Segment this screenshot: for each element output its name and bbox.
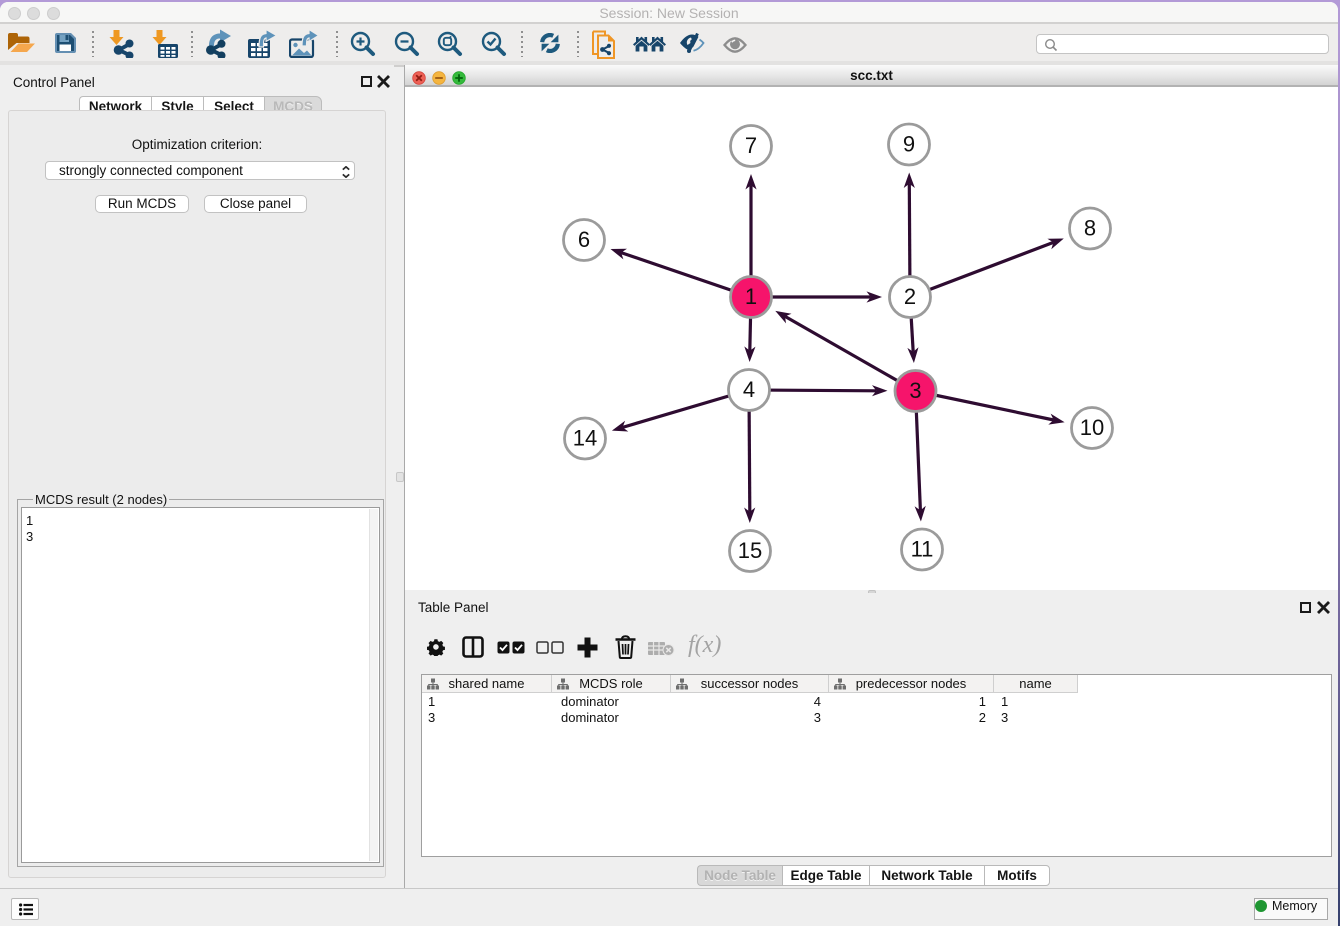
- svg-text:3: 3: [909, 378, 921, 403]
- svg-text:8: 8: [1084, 216, 1096, 241]
- svg-text:11: 11: [911, 537, 934, 562]
- svg-text:15: 15: [738, 538, 762, 563]
- svg-text:6: 6: [578, 227, 590, 252]
- svg-text:9: 9: [903, 132, 915, 157]
- svg-text:1: 1: [745, 284, 757, 309]
- svg-text:14: 14: [573, 426, 597, 451]
- svg-text:2: 2: [904, 284, 916, 309]
- svg-text:7: 7: [745, 133, 757, 158]
- svg-text:10: 10: [1080, 415, 1104, 440]
- svg-text:4: 4: [743, 377, 755, 402]
